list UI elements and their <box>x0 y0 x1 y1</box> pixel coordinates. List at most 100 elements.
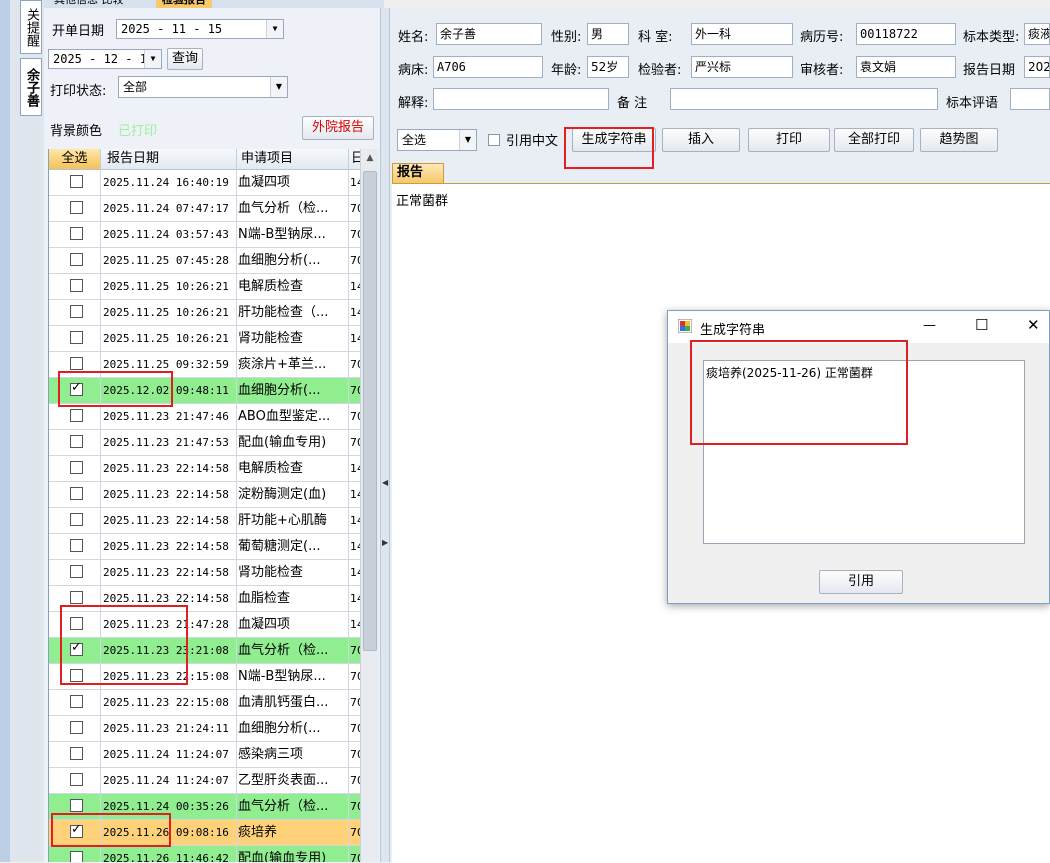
row-checkbox[interactable] <box>70 851 83 862</box>
collapse-left-icon[interactable]: ◀ <box>382 478 388 487</box>
row-checkbox[interactable] <box>70 539 83 552</box>
table-row[interactable]: 2025.11.23 21:47:53配血(输血专用)70 <box>49 430 361 456</box>
row-checkbox[interactable] <box>70 435 83 448</box>
row-checkbox[interactable] <box>70 513 83 526</box>
report-date-cell: 2025.11.23 21:47:46 <box>101 404 237 429</box>
table-row[interactable]: 2025.11.24 11:24:07感染病三项70 <box>49 742 361 768</box>
table-row[interactable]: 2025.11.23 22:14:58淀粉酶测定(血)14 <box>49 482 361 508</box>
chevron-down-icon[interactable]: ▼ <box>266 20 283 38</box>
row-checkbox[interactable] <box>70 409 83 422</box>
print-button[interactable]: 打印 <box>748 128 830 152</box>
report-date-header[interactable]: 报告日期 <box>101 149 237 169</box>
table-row[interactable]: 2025.11.25 07:45:28血细胞分析(...70 <box>49 248 361 274</box>
row-checkbox[interactable] <box>70 487 83 500</box>
chevron-down-icon[interactable]: ▼ <box>459 130 476 150</box>
row-checkbox[interactable] <box>70 799 83 812</box>
row-checkbox[interactable] <box>70 253 83 266</box>
sample-type-field[interactable]: 痰液 <box>1024 23 1050 45</box>
sample-comment-field[interactable] <box>1010 88 1050 110</box>
bed-field[interactable]: A706 <box>433 56 543 78</box>
dialog-title-bar[interactable]: 生成字符串 — ☐ ✕ <box>668 311 1049 343</box>
table-row[interactable]: 2025.11.23 21:24:11血细胞分析(...70 <box>49 716 361 742</box>
row-checkbox[interactable] <box>70 695 83 708</box>
tester-label: 检验者: <box>638 63 682 78</box>
table-row[interactable]: 2025.11.24 11:24:07乙型肝炎表面...70 <box>49 768 361 794</box>
table-row[interactable]: 2025.11.23 22:15:08血清肌钙蛋白...70 <box>49 690 361 716</box>
record-no-field[interactable]: 00118722 <box>856 23 956 45</box>
row-checkbox[interactable] <box>70 773 83 786</box>
scroll-up-icon[interactable]: ▲ <box>361 149 379 167</box>
highlight-rows-2 <box>60 605 188 685</box>
row-checkbox[interactable] <box>70 357 83 370</box>
app-icon <box>677 318 693 334</box>
side-tab-patient[interactable]: 余子善 <box>20 58 42 116</box>
close-icon[interactable]: ✕ <box>1027 316 1040 334</box>
report-date-field[interactable]: 2025 <box>1024 56 1050 78</box>
bg-color-label: 背景颜色 <box>50 124 103 139</box>
report-date-cell: 2025.11.24 11:24:07 <box>101 742 237 767</box>
row-checkbox[interactable] <box>70 305 83 318</box>
table-row[interactable]: 2025.11.23 22:14:58肾功能检查14 <box>49 560 361 586</box>
side-tab-reminder[interactable]: 关提醒 <box>20 0 42 54</box>
row-checkbox[interactable] <box>70 747 83 760</box>
print-all-button[interactable]: 全部打印 <box>834 128 914 152</box>
dept-field[interactable]: 外一科 <box>691 23 793 45</box>
table-row[interactable]: 2025.11.24 07:47:17血气分析（检...70 <box>49 196 361 222</box>
table-row[interactable]: 2025.11.23 22:14:58电解质检查14 <box>49 456 361 482</box>
report-date-cell: 2025.11.24 16:40:19 <box>101 170 237 195</box>
chevron-down-icon[interactable]: ▼ <box>270 77 287 97</box>
table-row[interactable]: 2025.11.23 22:14:58葡萄糖测定(...14 <box>49 534 361 560</box>
quote-button[interactable]: 引用 <box>819 570 903 594</box>
panel-splitter[interactable]: ◀ ▶ <box>380 8 390 862</box>
table-row[interactable]: 2025.11.25 10:26:21电解质检查14 <box>49 274 361 300</box>
request-item-header[interactable]: 申请项目 <box>237 149 349 169</box>
table-row[interactable]: 2025.11.25 10:26:21肝功能检查（...14 <box>49 300 361 326</box>
remark-field[interactable] <box>670 88 938 110</box>
tab-other-info[interactable]: 其他信息 比较 <box>48 0 130 8</box>
report-date-cell: 2025.11.23 22:14:58 <box>101 560 237 585</box>
request-item-cell: 葡萄糖测定(... <box>237 534 349 559</box>
table-row[interactable]: 2025.11.25 10:26:21肾功能检查14 <box>49 326 361 352</box>
interp-field[interactable] <box>433 88 609 110</box>
quote-cn-checkbox[interactable] <box>488 134 500 146</box>
chevron-down-icon[interactable]: ▼ <box>144 50 161 68</box>
collapse-right-icon[interactable]: ▶ <box>382 538 388 547</box>
table-row[interactable]: 2025.11.23 21:47:46ABO血型鉴定...70 <box>49 404 361 430</box>
print-status-value: 全部 <box>123 80 148 94</box>
tab-lab-report[interactable]: 检验报告 <box>156 0 212 8</box>
gender-field[interactable]: 男 <box>587 23 629 45</box>
end-date-value: 2025 - 12 - 15 <box>53 52 155 66</box>
select-all-header[interactable]: 全选 <box>49 149 101 169</box>
tester-field[interactable]: 严兴标 <box>691 56 793 78</box>
start-date-picker[interactable]: 2025 - 11 - 15 ▼ <box>116 19 284 39</box>
report-tab[interactable]: 报告 <box>392 163 444 183</box>
row-checkbox[interactable] <box>70 227 83 240</box>
row-checkbox[interactable] <box>70 591 83 604</box>
query-button[interactable]: 查询 <box>167 48 203 70</box>
minimize-icon[interactable]: — <box>923 318 936 333</box>
row-checkbox[interactable] <box>70 565 83 578</box>
row-checkbox[interactable] <box>70 279 83 292</box>
request-item-cell: 肝功能+心肌酶 <box>237 508 349 533</box>
trend-chart-button[interactable]: 趋势图 <box>920 128 998 152</box>
table-row[interactable]: 2025.11.23 22:14:58肝功能+心肌酶14 <box>49 508 361 534</box>
row-checkbox[interactable] <box>70 461 83 474</box>
table-row[interactable]: 2025.11.24 16:40:19血凝四项14 <box>49 170 361 196</box>
name-field[interactable]: 余子善 <box>436 23 542 45</box>
grid-scrollbar[interactable]: ▲ <box>360 149 379 862</box>
print-status-select[interactable]: 全部 ▼ <box>118 76 288 98</box>
external-report-button[interactable]: 外院报告 <box>302 116 374 140</box>
table-row[interactable]: 2025.11.26 11:46:42配血(输血专用)70 <box>49 846 361 862</box>
reviewer-field[interactable]: 袁文娟 <box>856 56 956 78</box>
row-checkbox[interactable] <box>70 331 83 344</box>
toolbar-select[interactable]: 全选 ▼ <box>397 129 477 151</box>
row-checkbox[interactable] <box>70 721 83 734</box>
scroll-thumb[interactable] <box>363 171 377 651</box>
age-field[interactable]: 52岁 <box>587 56 629 78</box>
table-row[interactable]: 2025.11.24 03:57:43N端-B型钠尿...70 <box>49 222 361 248</box>
row-checkbox[interactable] <box>70 201 83 214</box>
row-checkbox[interactable] <box>70 175 83 188</box>
insert-button[interactable]: 插入 <box>662 128 740 152</box>
maximize-icon[interactable]: ☐ <box>975 316 988 334</box>
end-date-picker[interactable]: 2025 - 12 - 15 ▼ <box>48 49 162 69</box>
